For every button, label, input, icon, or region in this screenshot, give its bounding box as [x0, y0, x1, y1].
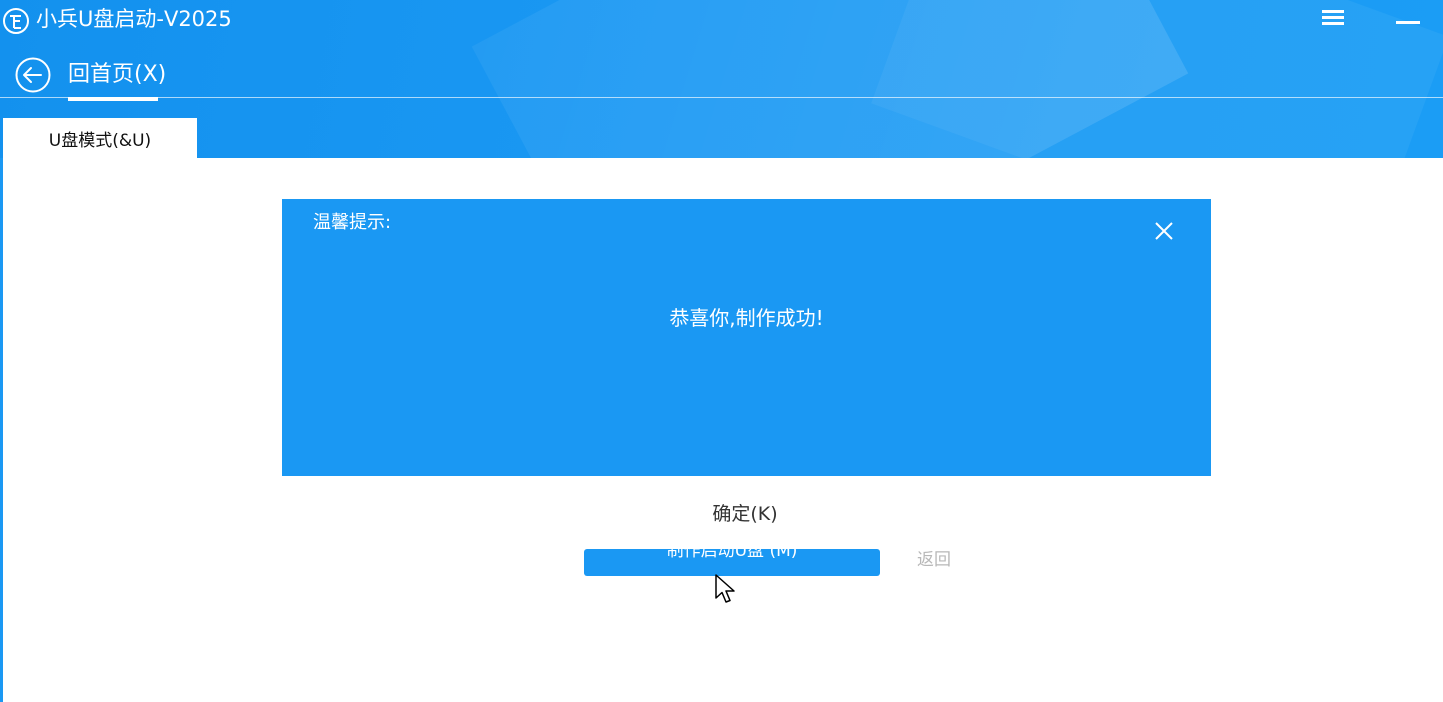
- minimize-icon[interactable]: [1396, 21, 1420, 24]
- dialog-message: 恭喜你,制作成功!: [669, 306, 824, 330]
- return-link[interactable]: 返回: [917, 549, 951, 571]
- make-boot-usb-button[interactable]: 制作启动U盘 (M): [584, 549, 880, 576]
- close-icon[interactable]: [1152, 219, 1176, 243]
- app-window: 小兵U盘启动-V2025 回首页(X) U盘模式(&U) 制作启动U盘 (M) …: [0, 0, 1443, 702]
- confirm-button[interactable]: 确定(K): [690, 500, 800, 528]
- header-divider: [0, 97, 1443, 98]
- mouse-cursor-icon: [715, 574, 735, 603]
- back-home-button[interactable]: 回首页(X): [15, 57, 166, 93]
- tip-dialog: 温馨提示: 恭喜你,制作成功!: [282, 199, 1211, 476]
- header-bar: 小兵U盘启动-V2025 回首页(X) U盘模式(&U): [0, 0, 1443, 158]
- back-home-label: 回首页(X): [68, 62, 167, 87]
- make-boot-usb-label: 制作启动U盘 (M): [666, 549, 798, 561]
- header-decoration-secondary: [871, 0, 1443, 158]
- tab-usb-mode-label: U盘模式(&U): [48, 130, 152, 151]
- app-title: 小兵U盘启动-V2025: [36, 7, 232, 31]
- back-home-underline: [68, 97, 158, 101]
- tab-usb-mode[interactable]: U盘模式(&U): [3, 118, 197, 158]
- dialog-title: 温馨提示:: [313, 212, 392, 233]
- app-logo-icon: [3, 8, 29, 34]
- back-arrow-icon: [15, 57, 51, 93]
- hamburger-menu-icon[interactable]: [1322, 10, 1344, 28]
